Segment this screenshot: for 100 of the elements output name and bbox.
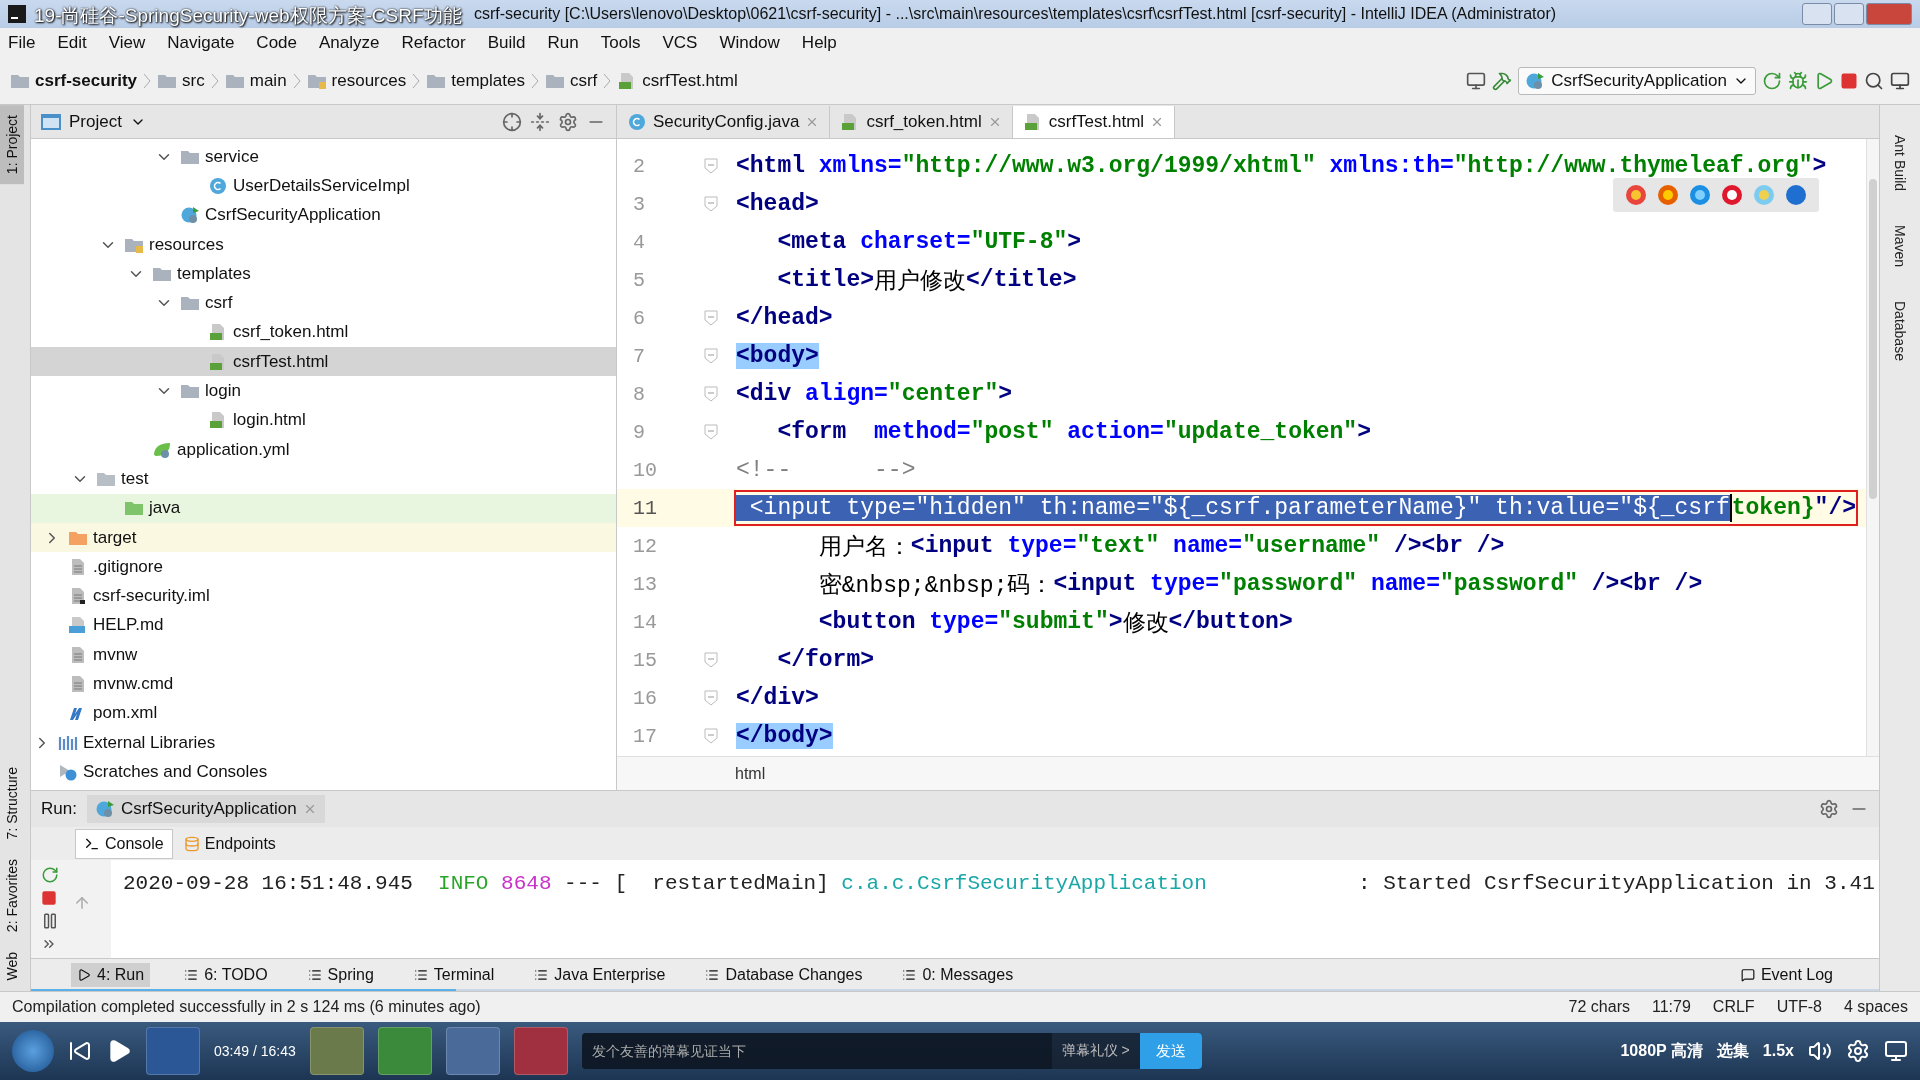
window-icon[interactable] <box>1890 71 1910 91</box>
menu-item[interactable]: Code <box>256 33 297 53</box>
app-icon[interactable] <box>445 1027 500 1075</box>
app-icon[interactable] <box>513 1027 568 1075</box>
tree-item[interactable]: UserDetailsServiceImpl <box>31 171 616 201</box>
run-tab[interactable]: CsrfSecurityApplication <box>86 795 325 823</box>
settings-icon[interactable] <box>1819 799 1839 819</box>
stop-icon[interactable] <box>41 890 57 906</box>
app-icon[interactable] <box>146 1027 200 1075</box>
tool-tab[interactable]: 6: TODO <box>178 963 274 987</box>
browser-icon[interactable] <box>1689 184 1711 206</box>
breadcrumb[interactable]: templates <box>426 71 525 91</box>
hammer-icon[interactable] <box>1492 71 1513 91</box>
settings-icon[interactable] <box>1846 1039 1870 1063</box>
tool-window-tab[interactable]: Database <box>1886 291 1914 371</box>
menu-item[interactable]: View <box>108 33 146 53</box>
episodes-button[interactable]: 选集 <box>1716 1040 1749 1062</box>
settings-icon[interactable] <box>558 111 578 132</box>
browser-icon[interactable] <box>1785 184 1807 206</box>
breadcrumb[interactable]: resources <box>306 71 407 91</box>
fold-icon[interactable] <box>703 386 718 402</box>
menu-item[interactable]: Edit <box>57 33 87 53</box>
pause-icon[interactable] <box>41 912 59 930</box>
tree-item[interactable]: templates <box>31 259 616 289</box>
fold-icon[interactable] <box>703 310 718 326</box>
tool-window-tab[interactable]: 1: Project <box>0 105 24 185</box>
tree-item[interactable]: .gitignore <box>31 552 616 582</box>
tool-window-tab[interactable]: Maven <box>1886 215 1914 278</box>
browser-icon[interactable] <box>1657 184 1679 206</box>
rerun-icon[interactable] <box>1762 71 1782 91</box>
tree-item[interactable]: External Libraries <box>31 727 616 758</box>
breadcrumb[interactable]: main <box>224 71 287 91</box>
menu-item[interactable]: Tools <box>600 33 641 53</box>
danmaku-input[interactable]: 发个友善的弹幕见证当下 <box>581 1033 1052 1069</box>
tree-item[interactable]: application.yml <box>31 434 616 465</box>
breadcrumb[interactable]: html <box>735 764 766 783</box>
tree-item[interactable]: java <box>31 493 616 523</box>
status-item[interactable]: 11:79 <box>1652 998 1691 1016</box>
minimize-button[interactable] <box>1802 3 1832 25</box>
speed-button[interactable]: 1.5x <box>1762 1042 1794 1060</box>
window-icon[interactable] <box>1466 71 1487 91</box>
breadcrumb[interactable]: csrf-security <box>10 71 138 91</box>
tree-item[interactable]: CsrfSecurityApplication <box>31 200 616 230</box>
status-item[interactable]: 72 chars <box>1568 998 1630 1016</box>
run-config-select[interactable]: CsrfSecurityApplication <box>1518 67 1756 95</box>
tree-item[interactable]: csrf-security.iml <box>31 581 616 611</box>
fold-icon[interactable] <box>703 196 718 212</box>
locate-icon[interactable] <box>502 111 522 132</box>
tool-tab[interactable]: Java Enterprise <box>528 963 672 987</box>
fold-icon[interactable] <box>703 652 718 668</box>
bug-icon[interactable] <box>1788 71 1808 91</box>
tool-window-tab[interactable]: Web <box>0 942 24 991</box>
menu-item[interactable]: Run <box>547 33 579 53</box>
tree-item[interactable]: pom.xml <box>31 698 616 728</box>
tree-item[interactable]: mvnw <box>31 640 616 670</box>
tree-item[interactable]: resources <box>31 229 616 260</box>
status-item[interactable]: CRLF <box>1712 998 1755 1016</box>
rerun-icon[interactable] <box>41 866 59 884</box>
menu-item[interactable]: VCS <box>662 33 698 53</box>
event-log-tab[interactable]: Event Log <box>1734 963 1839 987</box>
tree-item[interactable]: mvnw.cmd <box>31 669 616 699</box>
tree-item[interactable]: service <box>31 142 616 172</box>
search-icon[interactable] <box>1864 71 1884 91</box>
tool-window-tab[interactable]: 2: Favorites <box>0 849 24 943</box>
tree-item[interactable]: csrfTest.html <box>31 347 616 377</box>
scroll-up-icon[interactable] <box>73 894 91 912</box>
start-icon[interactable] <box>12 1030 54 1072</box>
stop-icon[interactable] <box>1840 72 1858 90</box>
breadcrumb[interactable]: csrf <box>544 71 598 91</box>
tool-tab[interactable]: Database Changes <box>699 963 869 987</box>
fold-icon[interactable] <box>703 690 718 706</box>
tree-item[interactable]: test <box>31 464 616 494</box>
editor-tab[interactable]: csrfTest.html <box>1012 106 1176 138</box>
browser-icon[interactable] <box>1721 184 1743 206</box>
tool-tab[interactable]: 4: Run <box>71 963 151 987</box>
tree-item[interactable]: HELP.md <box>31 610 616 641</box>
tree-item[interactable]: csrf <box>31 288 616 318</box>
tree-item[interactable]: target <box>31 522 616 553</box>
app-icon[interactable] <box>377 1027 432 1075</box>
maximize-button[interactable] <box>1834 3 1864 25</box>
console-tab[interactable]: Endpoints <box>174 828 285 859</box>
menu-item[interactable]: Analyze <box>319 33 380 53</box>
tree-item[interactable]: Scratches and Consoles <box>31 757 616 787</box>
console-tab[interactable]: Console <box>75 828 173 859</box>
fold-icon[interactable] <box>703 424 718 440</box>
volume-icon[interactable] <box>1808 1039 1832 1063</box>
tool-tab[interactable]: Terminal <box>407 963 501 987</box>
run-icon[interactable] <box>1814 71 1834 91</box>
collapse-icon[interactable] <box>530 111 550 132</box>
menu-item[interactable]: Refactor <box>401 33 466 53</box>
tool-window-tab[interactable]: Ant Build <box>1886 125 1914 202</box>
panel-title[interactable]: Project <box>69 111 122 132</box>
quality-button[interactable]: 1080P 高清 <box>1620 1040 1703 1062</box>
breadcrumb[interactable]: src <box>157 71 205 91</box>
status-item[interactable]: UTF-8 <box>1776 998 1822 1016</box>
tool-window-tab[interactable]: 7: Structure <box>0 756 24 850</box>
menu-item[interactable]: File <box>8 33 36 53</box>
fold-icon[interactable] <box>703 158 718 174</box>
previous-icon[interactable] <box>68 1039 92 1063</box>
menu-item[interactable]: Build <box>487 33 526 53</box>
